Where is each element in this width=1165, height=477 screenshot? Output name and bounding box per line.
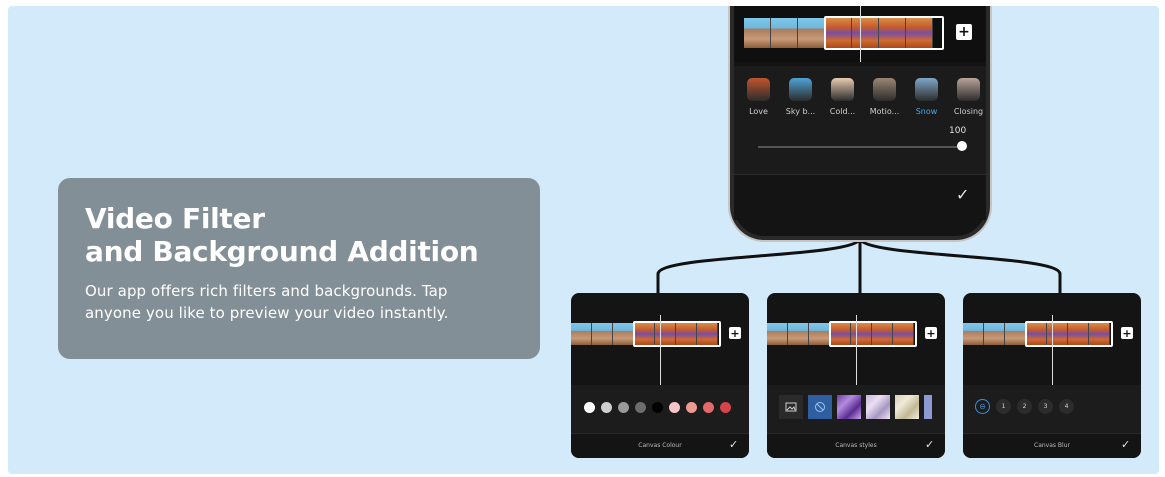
none-icon[interactable] [808,395,832,419]
canvas-styles-panel [767,385,945,433]
main-phone-mockup: + Love Sky b... Cold... Motio... Snow Closing… [730,6,990,240]
filter-item[interactable]: Closing [954,78,983,116]
screen-footer: Canvas Colour ✓ [571,433,749,458]
canvas-colour-screen: + Canvas Colour ✓ [571,293,749,458]
love-thumb [747,78,770,101]
colour-swatch[interactable] [635,402,646,413]
blur-option[interactable]: 4 [1059,399,1074,414]
clip-frame [767,323,788,345]
filter-label: Cold... [829,107,856,116]
clip-frame [809,323,830,345]
blur-option[interactable]: 1 [996,399,1011,414]
colour-swatch[interactable] [669,402,680,413]
clip-frame [1005,323,1026,345]
clip-frame [798,18,825,48]
phone-footer: ✓ [734,174,986,220]
connector-right [858,237,1062,294]
screen-footer: Canvas styles ✓ [767,433,945,458]
blur-option[interactable]: 3 [1038,399,1053,414]
filter-label: Motio... [869,107,900,116]
filter-item[interactable]: Motio... [870,78,899,116]
plus-icon[interactable]: + [956,24,972,40]
filter-item[interactable]: Sky b... [786,78,815,116]
canvas-blur-panel: ⊖ 1234 [963,385,1141,433]
canvas-colour-panel [571,385,749,433]
playhead[interactable] [860,6,861,62]
clip-frame [984,323,1005,345]
colour-swatch[interactable] [703,402,714,413]
playhead[interactable] [1052,315,1053,385]
selected-clip-box[interactable] [1025,321,1113,347]
blur-option-list: ⊖ 1234 [975,399,1074,414]
cold-thumb [831,78,854,101]
footer-label: Canvas Blur [1034,442,1070,449]
check-icon[interactable]: ✓ [956,185,969,204]
colour-swatch-list [584,402,731,413]
filter-label: Love [749,107,768,116]
selected-clip-box[interactable] [633,321,721,347]
clip-frame [788,323,809,345]
filter-label: Closing [953,107,984,116]
connector-left [656,237,862,294]
screen-footer: Canvas Blur ✓ [963,433,1141,458]
lilac-marble-style[interactable] [866,395,890,419]
more-styles-tile[interactable] [924,395,932,419]
check-icon[interactable]: ✓ [729,438,738,451]
beige-marble-style[interactable] [895,395,919,419]
footer-label: Canvas styles [835,442,877,449]
clip-frame [963,323,984,345]
filter-list: Love Sky b... Cold... Motio... Snow Closing [744,78,983,116]
filter-item[interactable]: Love [744,78,773,116]
playhead[interactable] [856,315,857,385]
filter-label: Snow [915,107,938,116]
check-icon[interactable]: ✓ [1121,438,1130,451]
intensity-slider[interactable] [758,146,962,148]
colour-swatch[interactable] [618,402,629,413]
colour-swatch[interactable] [686,402,697,413]
colour-swatch[interactable] [720,402,731,413]
canvas-styles-screen: + Canvas styles ✓ [767,293,945,458]
colour-swatch[interactable] [652,402,663,413]
filter-panel: Love Sky b... Cold... Motio... Snow Closing 1… [734,66,986,174]
video-timeline: + [734,6,986,62]
clip-frame [744,18,771,48]
clip-frame [771,18,798,48]
snow-thumb [915,78,938,101]
colour-swatch[interactable] [584,402,595,413]
clip-frame [571,323,592,345]
image-picker-icon[interactable] [779,395,803,419]
check-icon[interactable]: ✓ [925,438,934,451]
filter-label: Sky b... [785,107,816,116]
filter-item[interactable]: Cold... [828,78,857,116]
closing-thumb [957,78,980,101]
no-blur-icon[interactable]: ⊖ [975,399,990,414]
motion-thumb [873,78,896,101]
intensity-value: 100 [949,126,967,136]
plus-icon[interactable]: + [1121,327,1133,340]
selected-clip-box[interactable] [824,16,944,50]
style-list [779,395,932,419]
colour-swatch[interactable] [601,402,612,413]
sky-thumb [789,78,812,101]
canvas-blur-screen: + ⊖ 1234 Canvas Blur ✓ [963,293,1141,458]
feature-banner: Video Filter and Background Addition Our… [8,6,1159,474]
plus-icon[interactable]: + [925,327,937,340]
plus-icon[interactable]: + [729,327,741,340]
clip-frame [592,323,613,345]
playhead[interactable] [660,315,661,385]
filter-item[interactable]: Snow [912,78,941,116]
clip-frame [613,323,634,345]
purple-marble-style[interactable] [837,395,861,419]
intensity-slider-knob[interactable] [957,141,967,151]
selected-clip-box[interactable] [829,321,917,347]
blur-option[interactable]: 2 [1017,399,1032,414]
footer-label: Canvas Colour [638,442,682,449]
